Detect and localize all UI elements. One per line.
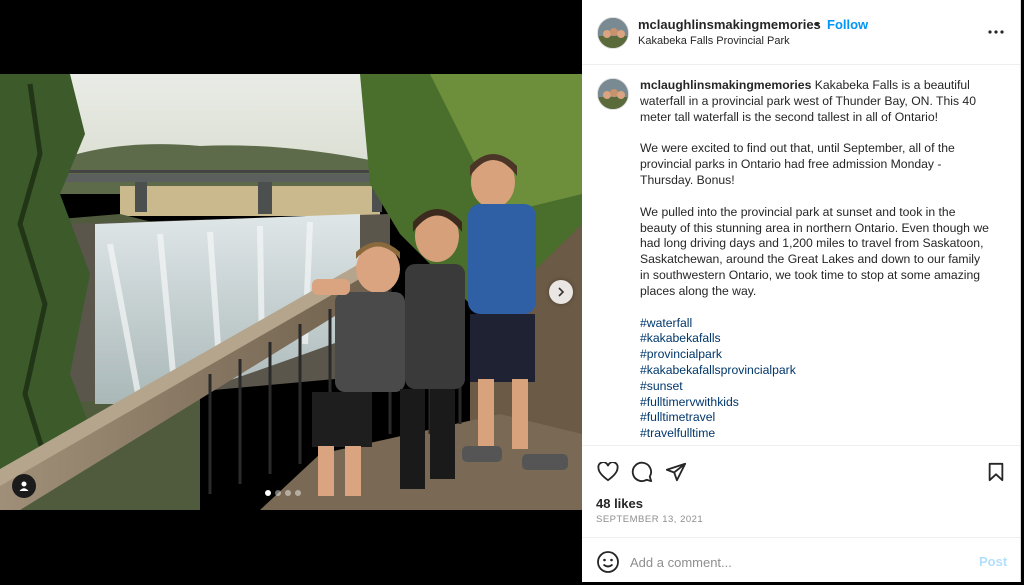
post-header: mclaughlinsmakingmemories • Follow Kakab…: [582, 0, 1020, 65]
carousel-dot: [295, 490, 301, 496]
hashtag-link[interactable]: #travelfulltime: [640, 426, 992, 442]
hashtag-link[interactable]: #kakabekafallsprovincialpark: [640, 363, 992, 379]
more-options-button[interactable]: [986, 22, 1006, 42]
bookmark-icon: [988, 462, 1004, 482]
carousel-indicator: [265, 490, 301, 496]
post-sidebar: mclaughlinsmakingmemories • Follow Kakab…: [582, 0, 1021, 582]
hashtag-link[interactable]: #provincialpark: [640, 347, 992, 363]
caption-body: mclaughlinsmakingmemories Kakabeka Falls…: [640, 78, 992, 442]
emoji-button[interactable]: [596, 550, 620, 574]
comment-input[interactable]: [630, 550, 960, 574]
hashtag-link[interactable]: #fulltimetravel: [640, 410, 992, 426]
profile-picture: [598, 18, 628, 48]
waterfall-family-photo: [0, 74, 582, 510]
post-date[interactable]: SEPTEMBER 13, 2021: [596, 514, 703, 525]
post-location[interactable]: Kakabeka Falls Provincial Park: [638, 35, 790, 47]
post-author-username[interactable]: mclaughlinsmakingmemories: [638, 17, 821, 32]
profile-picture: [598, 79, 628, 109]
save-button[interactable]: [984, 460, 1008, 484]
comment-bar: Post: [582, 537, 1020, 585]
instagram-post-modal: mclaughlinsmakingmemories • Follow Kakab…: [0, 0, 1024, 585]
hashtag-list: #waterfall #kakabekafalls #provincialpar…: [640, 316, 992, 442]
tagged-users-button[interactable]: [12, 474, 36, 498]
comment-icon: [631, 461, 653, 483]
carousel-dot: [285, 490, 291, 496]
likes-count[interactable]: 48 likes: [596, 496, 643, 511]
header-separator: •: [815, 16, 820, 31]
hashtag-link[interactable]: #fulltimervwithkids: [640, 395, 992, 411]
follow-button[interactable]: Follow: [827, 17, 868, 32]
caption-username[interactable]: mclaughlinsmakingmemories: [640, 78, 811, 92]
heart-icon: [597, 462, 619, 482]
next-slide-button[interactable]: [549, 280, 573, 304]
user-icon: [19, 481, 29, 491]
post-caption: mclaughlinsmakingmemories Kakabeka Falls…: [582, 64, 1020, 444]
like-button[interactable]: [596, 460, 620, 484]
caption-paragraph: We were excited to find out that, until …: [640, 141, 955, 187]
share-button[interactable]: [664, 460, 688, 484]
comment-button[interactable]: [630, 460, 654, 484]
caption-paragraph: mclaughlinsmakingmemories Kakabeka Falls…: [640, 78, 992, 125]
post-media: [0, 0, 582, 585]
send-icon: [665, 462, 687, 482]
hashtag-link[interactable]: #sunset: [640, 379, 992, 395]
caption-paragraph: We pulled into the provincial park at su…: [640, 204, 989, 298]
carousel-dot: [275, 490, 281, 496]
chevron-right-icon: [558, 287, 565, 297]
avatar[interactable]: [597, 17, 629, 49]
smiley-icon: [597, 551, 619, 573]
hashtag-link[interactable]: #kakabekafalls: [640, 331, 992, 347]
hashtag-link[interactable]: #waterfall: [640, 316, 992, 332]
post-photo[interactable]: [0, 74, 582, 510]
post-actions: 48 likes SEPTEMBER 13, 2021 Post: [582, 445, 1020, 584]
carousel-dot: [265, 490, 271, 496]
post-comment-button[interactable]: Post: [979, 554, 1007, 569]
more-horizontal-icon: [988, 30, 1004, 34]
avatar[interactable]: [597, 78, 629, 110]
